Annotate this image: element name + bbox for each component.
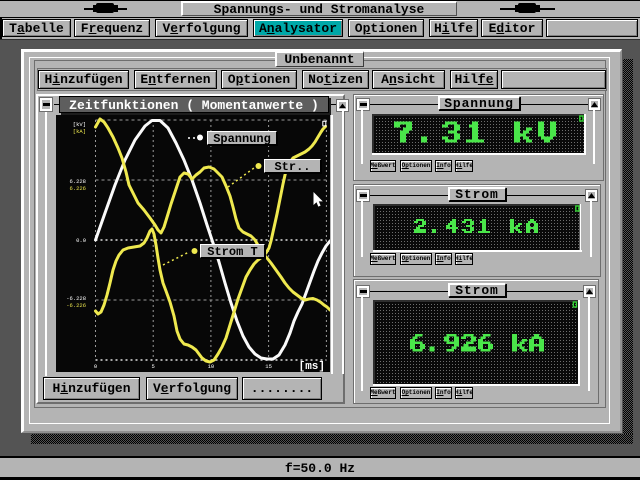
svg-text:[kA]: [kA]	[73, 128, 86, 135]
svg-text:5: 5	[152, 363, 155, 370]
svg-text:0.0: 0.0	[76, 237, 86, 244]
svg-text:-6.228: -6.228	[66, 295, 86, 302]
svg-text:6.226: 6.226	[69, 185, 86, 192]
svg-text:[kV]: [kV]	[73, 121, 86, 128]
svg-text:6.228: 6.228	[69, 178, 86, 185]
svg-text:10: 10	[208, 363, 215, 370]
svg-text:[ms]: [ms]	[299, 361, 325, 372]
svg-text:15: 15	[265, 363, 272, 370]
svg-text:0: 0	[94, 363, 97, 370]
svg-text:-6.226: -6.226	[66, 302, 86, 309]
